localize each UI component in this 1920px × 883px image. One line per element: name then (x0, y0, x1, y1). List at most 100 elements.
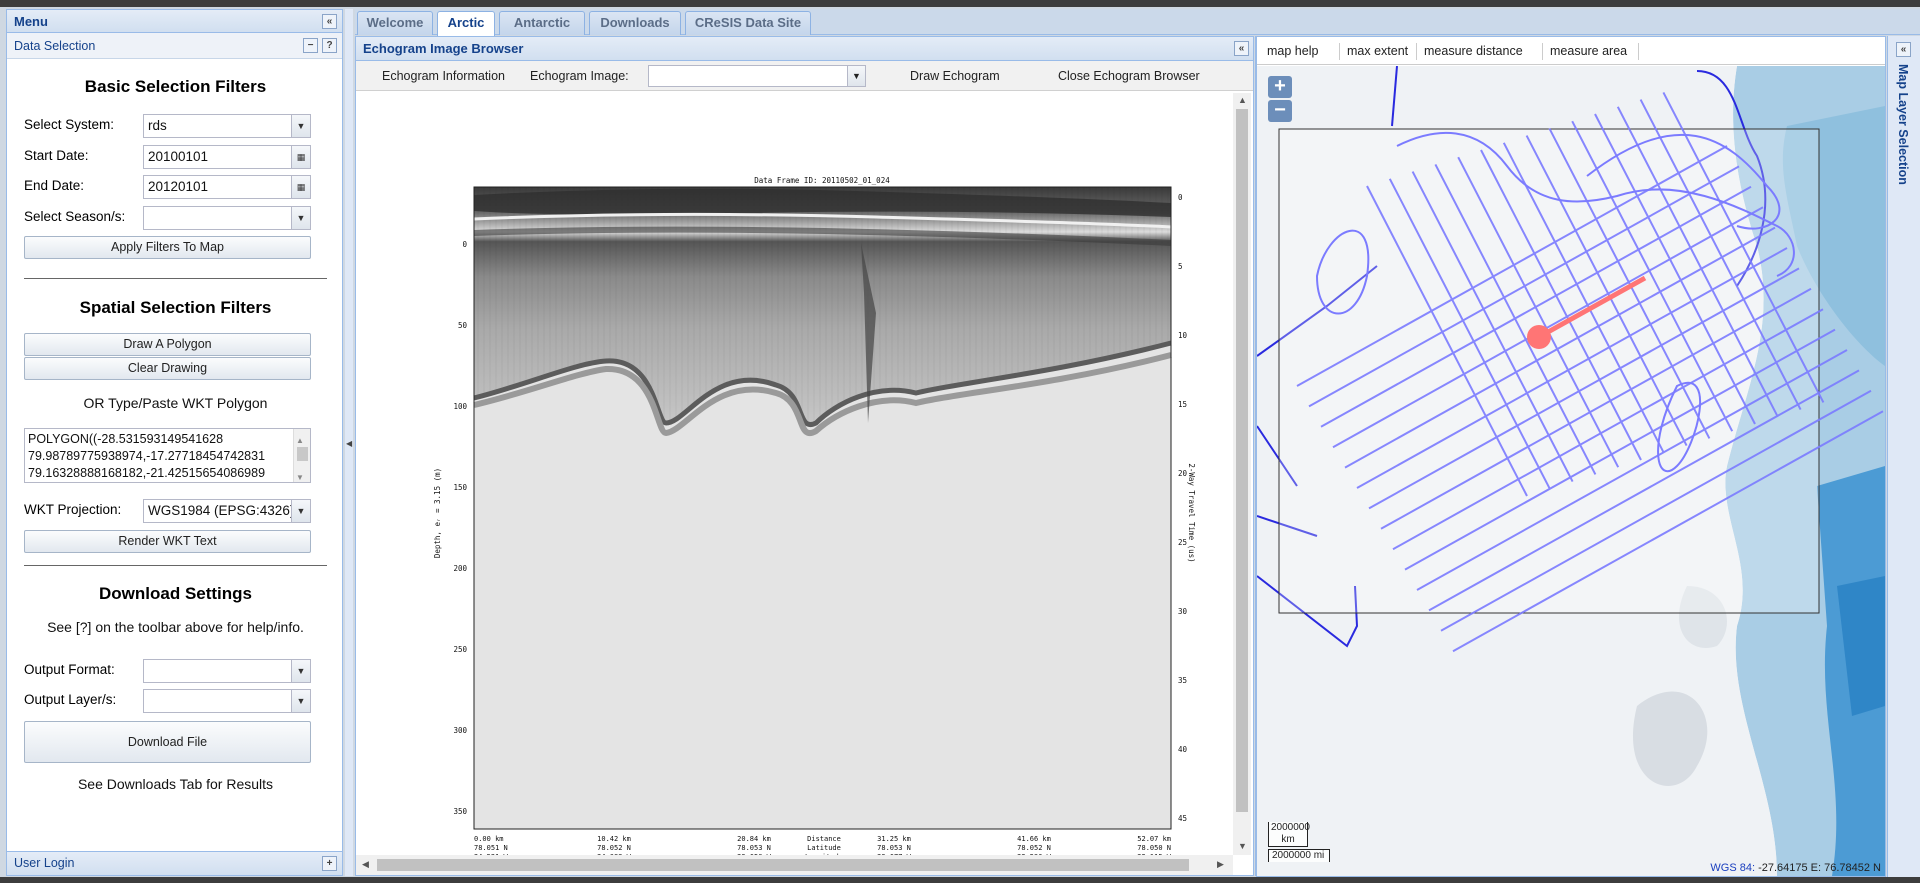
wkt-textarea[interactable]: POLYGON((-28.531593149541628 79.98789775… (24, 428, 311, 483)
clear-drawing-button[interactable]: Clear Drawing (24, 357, 311, 380)
window-top-strip (0, 0, 1920, 7)
expand-layer-panel-icon[interactable]: « (1896, 42, 1911, 57)
chevron-down-icon[interactable]: ▼ (291, 660, 310, 682)
left-tick-label: 150 (453, 483, 467, 492)
echogram-title: Echogram Image Browser (363, 41, 524, 56)
toolbar-separator (1638, 43, 1639, 60)
chevron-down-icon[interactable]: ▼ (291, 207, 310, 229)
chevron-down-icon[interactable]: ▼ (291, 690, 310, 712)
scroll-thumb[interactable] (1236, 109, 1248, 812)
help-icon[interactable]: ? (322, 38, 337, 53)
tab-downloads[interactable]: Downloads (589, 11, 681, 35)
echogram-toolbar: Echogram Information Echogram Image: ▼ D… (356, 61, 1253, 91)
map-toolbar: map help max extent measure distance mea… (1257, 37, 1885, 65)
download-file-button[interactable]: Download File (24, 721, 311, 763)
echogram-image-label: Echogram Image: (530, 69, 629, 83)
draw-polygon-button[interactable]: Draw A Polygon (24, 333, 311, 356)
calendar-icon[interactable]: ▦ (291, 146, 310, 168)
render-wkt-button[interactable]: Render WKT Text (24, 530, 311, 553)
output-format-select[interactable]: ▼ (143, 659, 311, 683)
projection-value: WGS1984 (EPSG:4326) (148, 503, 295, 518)
user-login-bar[interactable]: User Login + (7, 851, 342, 875)
menu-splitter[interactable]: ◀ (345, 9, 353, 876)
menu-title: Menu (14, 13, 48, 29)
output-layers-select[interactable]: ▼ (143, 689, 311, 713)
left-tick-label: 100 (453, 402, 467, 411)
bottom-axis-label: 78.051 N (474, 844, 508, 852)
tab-cresis-data-site[interactable]: CReSIS Data Site (685, 11, 811, 35)
download-help-text: See [?] on the toolbar above for help/in… (47, 619, 304, 635)
right-tick-label: 25 (1178, 538, 1187, 547)
bottom-axis-label: 31.25 km (877, 835, 911, 843)
zoom-in-button[interactable]: + (1268, 76, 1292, 98)
echogram-information-button[interactable]: Echogram Information (382, 69, 505, 83)
season-select[interactable]: ▼ (143, 206, 311, 230)
echogram-header: Echogram Image Browser « (356, 37, 1253, 61)
chevron-down-icon[interactable]: ▼ (291, 115, 310, 137)
tab-welcome[interactable]: Welcome (357, 11, 433, 35)
scroll-up-icon[interactable]: ▲ (1238, 95, 1247, 105)
season-label: Select Season/s: (24, 209, 126, 224)
user-login-label: User Login (14, 856, 75, 870)
scroll-right-icon[interactable]: ▶ (1217, 859, 1224, 870)
bottom-axis-label: Distance (807, 835, 841, 843)
data-selection-header: Data Selection − ? (7, 33, 342, 59)
output-layers-label: Output Layer/s: (24, 692, 117, 707)
mouse-coordinates: WGS 84: -27.64175 E: 76.78452 N (1710, 862, 1881, 874)
tab-bar: Welcome Arctic Antarctic Downloads CReSI… (355, 9, 1920, 36)
minimize-icon[interactable]: − (303, 38, 318, 53)
map-layer-selection-title: Map Layer Selection (1896, 64, 1910, 185)
end-date-label: End Date: (24, 178, 85, 193)
zoom-out-button[interactable]: − (1268, 100, 1292, 122)
bottom-axis-label: 10.42 km (597, 835, 631, 843)
echogram-horizontal-scrollbar[interactable]: ◀ ▶ (356, 855, 1233, 875)
basic-filters-title: Basic Selection Filters (84, 77, 267, 96)
projection-select[interactable]: WGS1984 (EPSG:4326) ▼ (143, 499, 311, 523)
left-tick-label: 50 (458, 321, 468, 330)
close-echogram-button[interactable]: Close Echogram Browser (1058, 69, 1200, 83)
scroll-left-icon[interactable]: ◀ (362, 859, 369, 870)
right-tick-label: 15 (1178, 400, 1187, 409)
wkt-line: 79.16328888168182,-21.42515654086989 (28, 466, 266, 480)
splitter-arrow-icon: ◀ (346, 439, 353, 448)
echogram-vertical-scrollbar[interactable]: ▲ ▼ (1233, 93, 1251, 855)
chevron-down-icon[interactable]: ▼ (291, 500, 310, 522)
tab-arctic[interactable]: Arctic (437, 11, 495, 36)
tab-antarctic[interactable]: Antarctic (499, 11, 585, 35)
system-value: rds (148, 118, 167, 133)
bottom-axis-label: 0.00 km (474, 835, 504, 843)
echogram-panel: Echogram Image Browser « Echogram Inform… (355, 36, 1254, 876)
start-date-field[interactable]: 20100101 ▦ (143, 145, 311, 169)
calendar-icon[interactable]: ▦ (291, 176, 310, 198)
download-settings-title: Download Settings (99, 584, 252, 603)
system-select[interactable]: rds ▼ (143, 114, 311, 138)
map-help-button[interactable]: map help (1267, 44, 1318, 58)
toolbar-separator (1416, 43, 1417, 60)
scroll-thumb[interactable] (377, 859, 1189, 871)
apply-filters-button[interactable]: Apply Filters To Map (24, 236, 311, 259)
plot-title: Data Frame ID: 20110502_01_024 (754, 176, 890, 185)
collapse-echogram-icon[interactable]: « (1234, 41, 1249, 56)
divider (24, 278, 327, 279)
expand-icon[interactable]: + (322, 856, 337, 871)
right-tick-label: 30 (1178, 607, 1188, 616)
wkt-line: 79.98789775938974,-17.27718454742831 (28, 449, 266, 463)
collapse-menu-icon[interactable]: « (322, 14, 337, 29)
right-tick-label: 5 (1178, 262, 1183, 271)
end-date-field[interactable]: 20120101 ▦ (143, 175, 311, 199)
downloads-results-text: See Downloads Tab for Results (77, 776, 274, 792)
draw-echogram-button[interactable]: Draw Echogram (910, 69, 1000, 83)
echogram-image-select[interactable]: ▼ (648, 65, 866, 87)
map-layer[interactable] (1257, 66, 1885, 876)
scroll-down-icon[interactable]: ▼ (1238, 841, 1247, 851)
right-tick-label: 35 (1178, 676, 1187, 685)
map-layer-panel-collapsed[interactable]: « Map Layer Selection (1887, 36, 1920, 877)
scale-km-value: 2000000 (1271, 822, 1310, 833)
wkt-scrollbar[interactable]: ▲ ▼ (293, 429, 310, 482)
measure-distance-button[interactable]: measure distance (1424, 44, 1523, 58)
measure-area-button[interactable]: measure area (1550, 44, 1627, 58)
map-canvas[interactable]: + − 2000000 km 2000000 mi WGS 84: -27.64… (1257, 66, 1885, 876)
max-extent-button[interactable]: max extent (1340, 44, 1408, 58)
wkt-line: POLYGON((-28.531593149541628 (28, 432, 224, 446)
chevron-down-icon[interactable]: ▼ (847, 66, 865, 86)
